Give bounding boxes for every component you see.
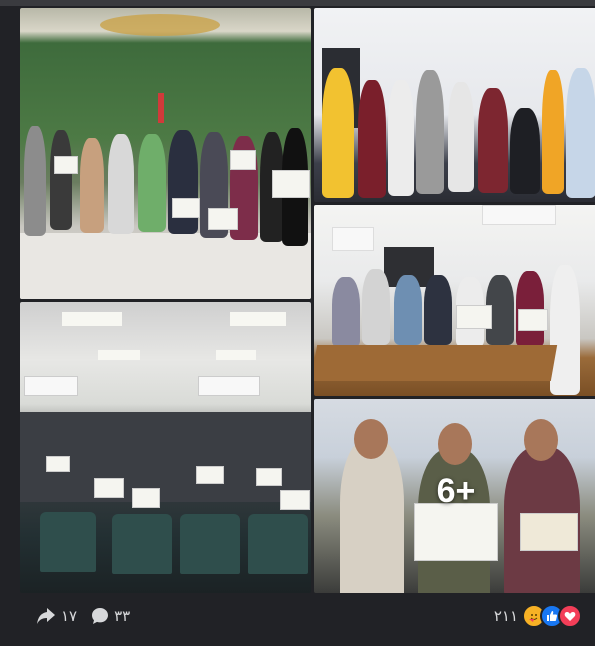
table	[314, 345, 558, 381]
person	[510, 108, 540, 194]
ceiling-light	[230, 312, 286, 326]
person	[322, 68, 354, 198]
seat	[112, 514, 172, 574]
photo-2-group-office[interactable]	[314, 8, 595, 202]
person-head	[524, 419, 558, 461]
seat	[180, 514, 240, 574]
air-conditioner	[24, 376, 78, 396]
certificate	[172, 198, 200, 218]
love-reaction-icon	[558, 604, 582, 628]
engagement-stats: ١٧ ٣٣	[18, 607, 130, 625]
person	[332, 277, 360, 347]
top-border	[0, 0, 595, 6]
person	[424, 275, 452, 345]
person	[550, 265, 580, 395]
person	[80, 138, 104, 233]
certificate	[272, 170, 310, 198]
reaction-icons	[522, 604, 582, 628]
ceiling-light	[216, 350, 256, 360]
person-head	[354, 419, 388, 459]
seat	[40, 512, 96, 572]
certificate	[132, 488, 160, 508]
certificate	[456, 305, 492, 329]
certificate	[208, 208, 238, 230]
air-conditioner	[198, 376, 260, 396]
photo-3-meeting-table[interactable]	[314, 205, 595, 396]
seat	[248, 514, 308, 574]
person	[448, 82, 474, 192]
flag	[158, 93, 164, 123]
floor	[20, 233, 311, 299]
person-head	[438, 423, 472, 465]
shares-count: ١٧	[61, 608, 78, 625]
person	[416, 70, 444, 194]
share-arrow-icon	[37, 608, 55, 624]
person	[478, 88, 508, 193]
certificate	[518, 309, 548, 331]
post-footer: ١٧ ٣٣ ٢١١	[18, 596, 595, 636]
person	[50, 130, 72, 230]
certificate	[94, 478, 124, 498]
air-conditioner	[332, 227, 374, 251]
person	[566, 68, 595, 198]
certificate	[230, 150, 256, 170]
chandelier	[100, 14, 220, 36]
air-conditioner	[482, 205, 556, 225]
comment-bubble-icon	[92, 608, 109, 624]
ceiling-light	[98, 350, 140, 360]
reactions-summary[interactable]: ٢١١	[494, 604, 595, 628]
photo-1-group-green-room[interactable]	[20, 8, 311, 299]
reactions-count: ٢١١	[493, 608, 518, 625]
certificate	[520, 513, 578, 551]
person	[388, 80, 414, 196]
photo-5-three-graduates[interactable]	[314, 399, 595, 593]
person	[108, 134, 134, 234]
photo-4-lecture-hall[interactable]	[20, 302, 311, 593]
person	[340, 439, 404, 593]
comments-stat[interactable]: ٣٣	[91, 607, 130, 625]
person	[394, 275, 422, 345]
certificate	[280, 490, 310, 510]
certificate	[414, 503, 498, 561]
ceiling-light	[62, 312, 122, 326]
certificate	[54, 156, 78, 174]
comments-count: ٣٣	[114, 608, 131, 625]
person	[168, 130, 198, 234]
photo-grid: 6+	[18, 8, 595, 593]
certificate	[196, 466, 224, 484]
person	[138, 134, 166, 232]
shares-stat[interactable]: ١٧	[36, 607, 77, 625]
person	[542, 70, 564, 194]
person	[362, 269, 390, 345]
certificate	[46, 456, 70, 472]
certificate	[256, 468, 282, 486]
person	[24, 126, 46, 236]
person	[358, 80, 386, 198]
